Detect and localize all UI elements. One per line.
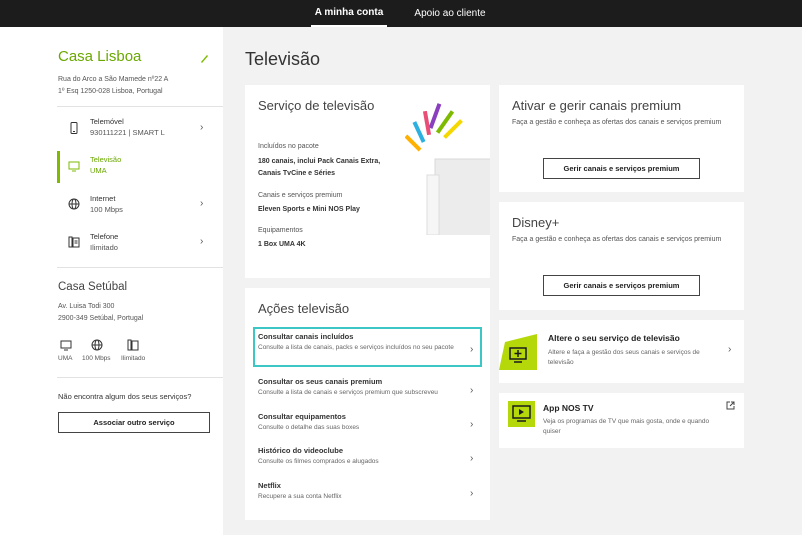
- globe-icon: [68, 198, 80, 210]
- chevron-right-icon: ›: [470, 344, 474, 355]
- edit-icon[interactable]: [200, 54, 209, 63]
- tv-icon: [68, 161, 80, 172]
- action-title: Consultar os seus canais premium: [258, 377, 383, 386]
- action-title: Consultar canais incluídos: [258, 332, 354, 341]
- tv-icon: [60, 340, 72, 351]
- top-navigation: A minha conta Apoio ao cliente: [0, 0, 802, 27]
- chevron-right-icon: ›: [200, 236, 204, 247]
- chevron-right-icon: ›: [728, 344, 732, 355]
- action-item-canais-incluidos[interactable]: Consultar canais incluídos Consulte a li…: [258, 332, 478, 353]
- action-title: Netflix: [258, 481, 281, 490]
- tv-illustration: [405, 103, 490, 235]
- included-value-line2: Canais TvCine e Séries: [258, 170, 336, 177]
- equipment-value: 1 Box UMA 4K: [258, 241, 306, 248]
- account2-service-internet: 100 Mbps: [82, 355, 111, 362]
- action-desc: Consulte o detalhe das suas boxes: [258, 424, 360, 431]
- globe-icon: [91, 339, 103, 351]
- action-desc: Recupere a sua conta Netflix: [258, 493, 342, 500]
- actions-title: Ações televisão: [258, 301, 350, 316]
- premium-card-title: Ativar e gerir canais premium: [512, 98, 682, 113]
- account-name-lisboa: Casa Lisboa: [58, 48, 142, 65]
- sidebar-item-internet[interactable]: [57, 188, 223, 220]
- chevron-right-icon: ›: [200, 122, 204, 133]
- chevron-right-icon: ›: [470, 488, 474, 499]
- account-address-line2: 1º Esq 1250-028 Lisboa, Portugal: [58, 88, 163, 95]
- service-name-telefone: Telefone: [90, 232, 119, 241]
- external-link-icon[interactable]: [726, 401, 735, 410]
- chevron-right-icon: ›: [200, 198, 204, 209]
- account2-address-line1: Av. Luisa Todi 300: [58, 303, 115, 310]
- divider: [57, 106, 223, 107]
- account-name-setubal[interactable]: Casa Setúbal: [58, 281, 127, 293]
- account2-service-tv: UMA: [58, 355, 73, 362]
- divider: [57, 267, 223, 268]
- tv-service-title: Serviço de televisão: [258, 98, 375, 113]
- account2-service-phone: Ilimitado: [121, 355, 146, 362]
- included-label: Incluídos no pacote: [258, 143, 319, 150]
- app-title: App NOS TV: [543, 403, 594, 413]
- tab-minha-conta[interactable]: A minha conta: [311, 0, 387, 27]
- associate-service-button[interactable]: Associar outro serviço: [58, 412, 210, 433]
- account-address-line1: Rua do Arco a São Mamede nº22 A: [58, 76, 169, 83]
- action-item-equipamentos[interactable]: Consultar equipamentos Consulte o detalh…: [258, 412, 478, 433]
- account2-address-line2: 2900-349 Setúbal, Portugal: [58, 315, 144, 322]
- manage-disney-button[interactable]: Gerir canais e serviços premium: [543, 275, 700, 296]
- service-name-televisao: Televisão: [90, 155, 122, 164]
- premium-card-desc: Faça a gestão e conheça as ofertas dos c…: [512, 119, 722, 126]
- app-tv-icon: [508, 401, 535, 427]
- action-desc: Consulte os filmes comprados e alugados: [258, 458, 379, 465]
- service-detail-internet: 100 Mbps: [90, 205, 123, 214]
- landline-icon: [68, 236, 80, 248]
- disney-card-title: Disney+: [512, 215, 560, 230]
- service-detail-telefone: Ilimitado: [90, 243, 118, 252]
- service-name-internet: Internet: [90, 194, 116, 203]
- tv-change-icon: [499, 334, 537, 370]
- tab-apoio-cliente[interactable]: Apoio ao cliente: [408, 0, 492, 27]
- phone-icon: [70, 122, 78, 134]
- included-value-line1: 180 canais, inclui Pack Canais Extra,: [258, 158, 381, 165]
- premium-value: Eleven Sports e Mini NOS Play: [258, 206, 360, 213]
- service-name-telemovel: Telemóvel: [90, 117, 124, 126]
- action-item-canais-premium[interactable]: Consultar os seus canais premium Consult…: [258, 377, 478, 398]
- sidebar-item-telefone[interactable]: [57, 226, 223, 258]
- app-desc: Veja os programas de TV que mais gosta, …: [543, 418, 710, 435]
- service-detail-televisao: UMA: [90, 166, 107, 175]
- action-desc: Consulte a lista de canais e serviços pr…: [258, 389, 438, 396]
- action-desc: Consulte a lista de canais, packs e serv…: [258, 344, 454, 351]
- equipment-label: Equipamentos: [258, 227, 303, 234]
- chevron-right-icon: ›: [470, 453, 474, 464]
- missing-service-text: Não encontra algum dos seus serviços?: [58, 392, 192, 401]
- premium-label: Canais e serviços premium: [258, 192, 343, 199]
- landline-icon: [127, 339, 139, 351]
- manage-premium-button[interactable]: Gerir canais e serviços premium: [543, 158, 700, 179]
- chevron-right-icon: ›: [470, 385, 474, 396]
- action-item-videoclube[interactable]: Histórico do videoclube Consulte os film…: [258, 446, 478, 467]
- sidebar-item-televisao[interactable]: [60, 151, 223, 183]
- disney-card-desc: Faça a gestão e conheça as ofertas dos c…: [512, 236, 722, 243]
- service-detail-telemovel: 930111221 | SMART L: [90, 128, 165, 137]
- page-title: Televisão: [245, 49, 321, 69]
- change-service-desc: Altere e faça a gestão dos seus canais e…: [548, 349, 700, 366]
- chevron-right-icon: ›: [470, 419, 474, 430]
- action-title: Histórico do videoclube: [258, 446, 344, 455]
- change-service-title: Altere o seu serviço de televisão: [548, 333, 680, 343]
- action-title: Consultar equipamentos: [258, 412, 346, 421]
- action-item-netflix[interactable]: Netflix Recupere a sua conta Netflix: [258, 481, 478, 502]
- divider: [57, 377, 223, 378]
